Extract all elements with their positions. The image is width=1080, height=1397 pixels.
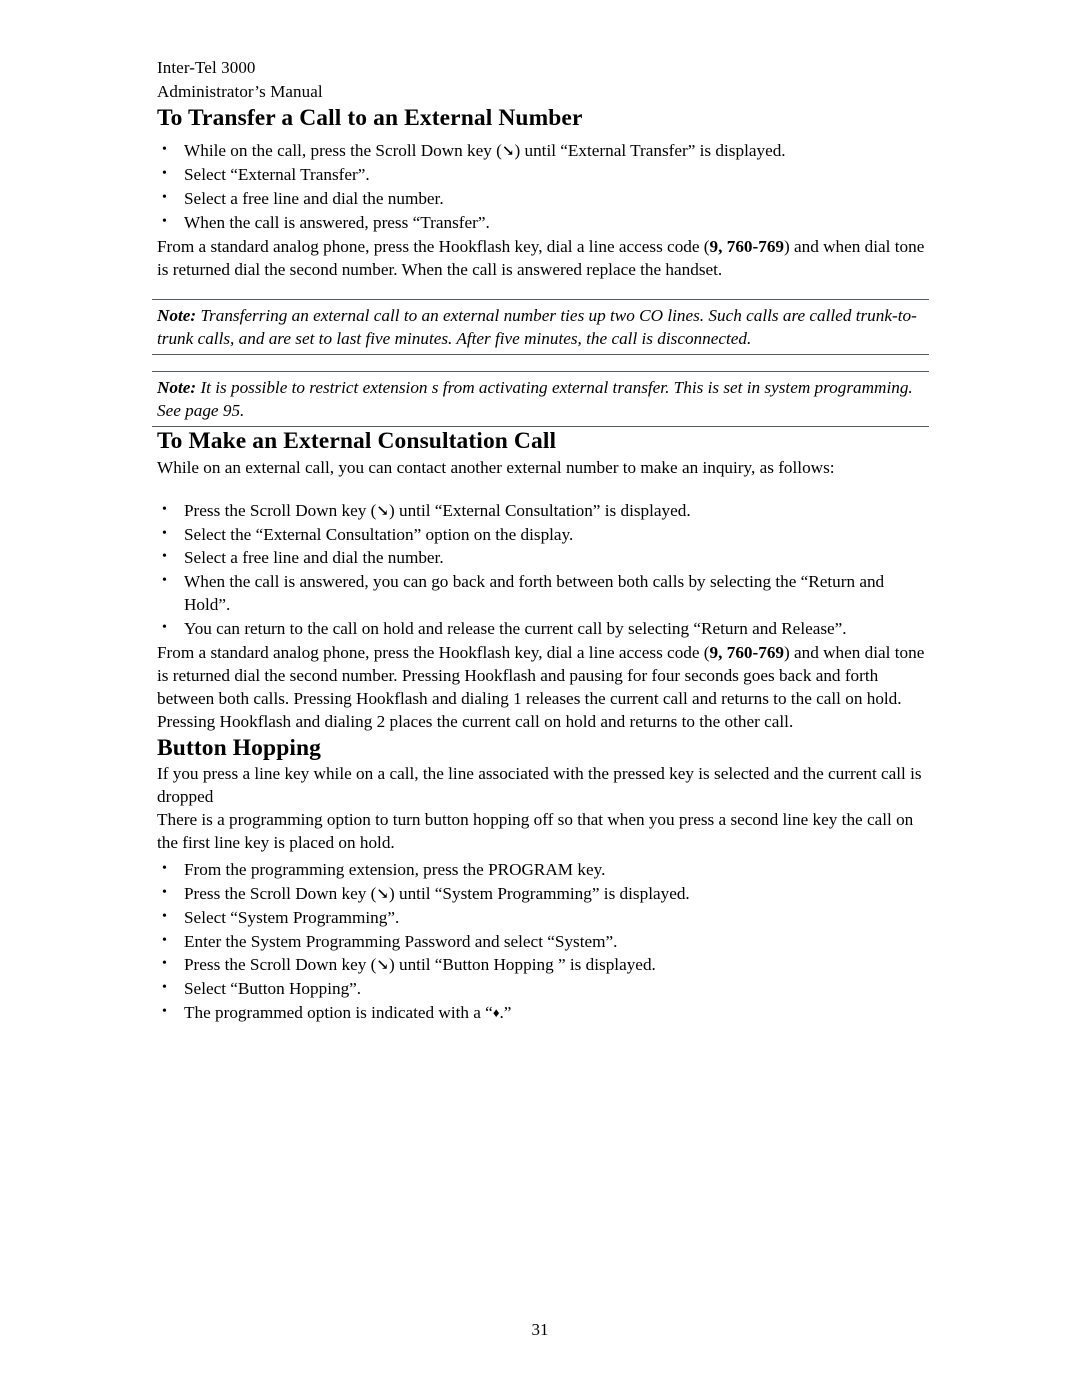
bullet-icon: • xyxy=(162,932,167,948)
list-item: • Select “Button Hopping”. xyxy=(157,977,927,1000)
bullet-icon: • xyxy=(162,884,167,900)
list-item: • Select a free line and dial the number… xyxy=(157,187,927,210)
paragraph-consultation-intro: While on an external call, you can conta… xyxy=(157,457,835,477)
bullet-icon: • xyxy=(162,908,167,924)
paragraph-button-hopping-1: If you press a line key while on a call,… xyxy=(157,763,922,806)
document-page: Inter-Tel 3000 Administrator’s Manual To… xyxy=(0,0,1080,1397)
paragraph-analog-phone-consultation: From a standard analog phone, press the … xyxy=(157,643,925,732)
list-item-text: Select “Button Hopping”. xyxy=(184,979,362,999)
bullet-list-button-hopping-steps: • From the programming extension, press … xyxy=(157,858,927,1024)
list-item: • Select “External Transfer”. xyxy=(157,163,927,186)
paragraph-analog-phone-transfer: From a standard analog phone, press the … xyxy=(157,236,925,279)
scroll-down-arrow-icon: ↘ xyxy=(376,957,389,974)
bullet-icon: • xyxy=(162,142,167,158)
paragraph-button-hopping-2: There is a programming option to turn bu… xyxy=(157,809,914,853)
note-restrict-extensions: Note: It is possible to restrict extensi… xyxy=(152,371,929,428)
diamond-icon: ♦ xyxy=(492,1005,500,1020)
bullet-icon: • xyxy=(162,525,167,541)
list-item-text: The programmed option is indicated with … xyxy=(184,1003,512,1022)
list-item: • While on the call, press the Scroll Do… xyxy=(157,139,927,162)
bullet-icon: • xyxy=(162,501,167,517)
page-content: Inter-Tel 3000 Administrator’s Manual To… xyxy=(152,56,929,1025)
bullet-icon: • xyxy=(162,1004,167,1019)
list-item: • Press the Scroll Down key (↘) until “E… xyxy=(157,499,927,522)
bullet-list-transfer-steps: • While on the call, press the Scroll Do… xyxy=(157,139,927,234)
bullet-icon: • xyxy=(162,190,167,206)
list-item: • Select the “External Consultation” opt… xyxy=(157,523,927,546)
line-access-code: 9, 760-769 xyxy=(709,643,785,662)
bullet-icon: • xyxy=(162,573,167,589)
list-item: • Press the Scroll Down key (↘) until “S… xyxy=(157,882,927,905)
scroll-down-arrow-icon: ↘ xyxy=(376,503,389,520)
bullet-icon: • xyxy=(162,166,167,182)
list-item: • Select “System Programming”. xyxy=(157,906,927,929)
list-item: • When the call is answered, press “Tran… xyxy=(157,211,927,234)
list-item: • Select a free line and dial the number… xyxy=(157,546,927,569)
list-item: • The programmed option is indicated wit… xyxy=(157,1001,927,1024)
list-item-text: Press the Scroll Down key (↘) until “Sys… xyxy=(184,883,690,903)
list-item-text: Select a free line and dial the number. xyxy=(184,548,444,568)
heading-external-consultation-call: To Make an External Consultation Call xyxy=(157,428,557,455)
list-item-text: Select “System Programming”. xyxy=(184,907,400,927)
list-item: • From the programming extension, press … xyxy=(157,858,927,881)
list-item-text: Press the Scroll Down key (↘) until “Ext… xyxy=(184,500,691,520)
note-trunk-to-trunk: Note: Transferring an external call to a… xyxy=(152,298,929,356)
list-item-text: Select a free line and dial the number. xyxy=(184,189,444,209)
list-item-text: While on the call, press the Scroll Down… xyxy=(184,141,786,161)
scroll-down-arrow-icon: ↘ xyxy=(501,143,515,160)
bullet-list-consultation-steps: • Press the Scroll Down key (↘) until “E… xyxy=(157,499,927,641)
heading-transfer-call-external-number: To Transfer a Call to an External Number xyxy=(157,105,583,132)
list-item-text: When the call is answered, you can go ba… xyxy=(184,572,885,615)
bullet-icon: • xyxy=(162,861,167,877)
list-item-text: When the call is answered, press “Transf… xyxy=(184,212,490,232)
list-item: • When the call is answered, you can go … xyxy=(157,570,927,617)
line-access-code: 9, 760-769 xyxy=(709,236,785,256)
note-text: Transferring an external call to an exte… xyxy=(157,305,917,349)
list-item-text: Select “External Transfer”. xyxy=(184,165,370,185)
list-item-text: You can return to the call on hold and r… xyxy=(184,619,847,639)
list-item-text: Enter the System Programming Password an… xyxy=(184,931,618,951)
running-header-line-1: Inter-Tel 3000 xyxy=(157,58,256,77)
scroll-down-arrow-icon: ↘ xyxy=(376,886,389,903)
list-item-text: Select the “External Consultation” optio… xyxy=(184,524,574,544)
list-item: • You can return to the call on hold and… xyxy=(157,617,927,640)
running-header-line-2: Administrator’s Manual xyxy=(157,82,323,102)
bullet-icon: • xyxy=(162,620,167,636)
list-item: • Enter the System Programming Password … xyxy=(157,930,927,953)
bullet-icon: • xyxy=(162,956,167,972)
bullet-icon: • xyxy=(162,213,167,229)
page-number: 31 xyxy=(531,1320,549,1339)
note-body: Note: Transferring an external call to a… xyxy=(157,304,929,350)
list-item-text: Press the Scroll Down key (↘) until “But… xyxy=(184,955,656,975)
note-body: Note: It is possible to restrict extensi… xyxy=(157,376,929,422)
running-header: Inter-Tel 3000 Administrator’s Manual xyxy=(157,56,927,104)
note-label: Note: xyxy=(157,378,197,398)
bullet-icon: • xyxy=(162,549,167,565)
list-item: • Press the Scroll Down key (↘) until “B… xyxy=(157,953,927,976)
bullet-icon: • xyxy=(162,980,167,996)
note-text: It is possible to restrict extension s f… xyxy=(157,378,913,421)
list-item-text: From the programming extension, press th… xyxy=(184,860,606,880)
note-label: Note: xyxy=(157,305,197,325)
heading-button-hopping: Button Hopping xyxy=(157,734,322,761)
